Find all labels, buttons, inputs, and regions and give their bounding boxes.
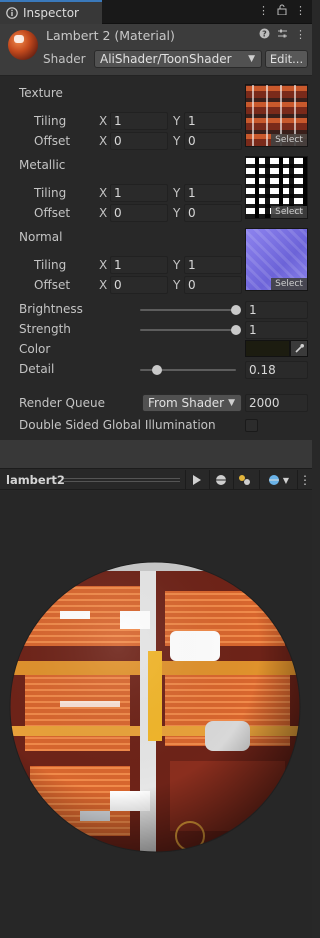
texture-tiling-x-label: X [99, 114, 108, 128]
metallic-tiling-x-label: X [99, 186, 108, 200]
info-icon [6, 7, 18, 19]
dsgi-label: Double Sided Global Illumination [19, 418, 216, 432]
metallic-tiling-x-field[interactable]: 1 [110, 184, 168, 202]
texture-tiling-label: Tiling [34, 114, 67, 128]
normal-tiling-y-field[interactable]: 1 [184, 256, 242, 274]
normal-offset-y-field[interactable]: 0 [184, 276, 242, 294]
detail-field[interactable]: 0.18 [245, 361, 308, 379]
texture-offset-x-field[interactable]: 0 [110, 132, 168, 150]
texture-offset-label: Offset [34, 134, 71, 148]
tab-bar: Inspector ⋮ ⋮ [0, 0, 312, 24]
render-queue-label: Render Queue [19, 396, 105, 410]
strength-slider-handle[interactable] [231, 325, 241, 335]
metallic-select-button[interactable]: Select [271, 206, 307, 218]
metallic-tiling-y-label: Y [173, 186, 181, 200]
help-icon[interactable]: ? [259, 28, 270, 42]
preview-toolbar: lambert2 ▼ ⋮ [0, 468, 312, 490]
metallic-offset-y-label: Y [173, 206, 181, 220]
metallic-label: Metallic [19, 158, 66, 172]
tab-label: Inspector [23, 6, 79, 20]
texture-tiling-y-label: Y [173, 114, 181, 128]
color-swatch[interactable] [245, 340, 290, 357]
metallic-tiling-y-field[interactable]: 1 [184, 184, 242, 202]
shader-dropdown[interactable]: AliShader/ToonShader ▼ [94, 50, 262, 68]
brightness-slider-track[interactable] [140, 309, 236, 311]
render-queue-field[interactable]: 2000 [245, 394, 308, 412]
svg-text:?: ? [262, 30, 267, 39]
color-label: Color [19, 342, 51, 356]
metallic-offset-x-field[interactable]: 0 [110, 204, 168, 222]
metallic-offset-y-field[interactable]: 0 [184, 204, 242, 222]
kebab-menu-icon[interactable]: ⋮ [258, 4, 269, 18]
shader-label: Shader [43, 52, 86, 66]
edit-shader-button[interactable]: Edit... [265, 50, 308, 68]
play-icon[interactable] [185, 470, 207, 490]
preset-settings-icon[interactable] [277, 28, 288, 42]
texture-thumbnail[interactable]: Select [245, 84, 308, 147]
strength-field[interactable]: 1 [245, 321, 308, 339]
detail-slider-handle[interactable] [152, 365, 163, 375]
dsgi-checkbox[interactable] [245, 419, 258, 432]
preview-title: lambert2 [6, 473, 65, 487]
more-options-icon[interactable]: ⋮ [295, 4, 306, 18]
texture-tiling-x-field[interactable]: 1 [110, 112, 168, 130]
normal-offset-label: Offset [34, 278, 71, 292]
normal-thumbnail[interactable]: Select [245, 228, 308, 291]
normal-tiling-y-label: Y [173, 258, 181, 272]
skybox-sphere-icon [268, 475, 279, 485]
tab-inspector[interactable]: Inspector [0, 0, 102, 24]
metallic-offset-x-label: X [99, 206, 108, 220]
preview-drag-handle[interactable] [64, 477, 180, 482]
normal-offset-x-label: X [99, 278, 108, 292]
material-header: Lambert 2 (Material) ? ⋮ Shader AliShade… [0, 24, 312, 76]
material-sphere-icon [8, 30, 38, 60]
render-queue-dropdown-value: From Shader [148, 396, 225, 410]
dropdown-arrow-icon: ▼ [228, 398, 235, 408]
shader-dropdown-value: AliShader/ToonShader [100, 52, 232, 66]
texture-offset-y-label: Y [173, 134, 181, 148]
render-queue-dropdown[interactable]: From Shader ▼ [142, 394, 242, 412]
strength-label: Strength [19, 322, 71, 336]
metallic-tiling-label: Tiling [34, 186, 67, 200]
material-preview[interactable] [0, 491, 312, 938]
brightness-label: Brightness [19, 302, 83, 316]
lighting-icon[interactable] [233, 470, 255, 490]
material-title: Lambert 2 (Material) [46, 28, 175, 43]
dropdown-arrow-icon: ▼ [248, 54, 255, 64]
eyedropper-icon[interactable] [290, 340, 308, 357]
texture-select-button[interactable]: Select [271, 134, 307, 146]
preview-menu-icon[interactable]: ⋮ [297, 470, 312, 490]
tab-tools: ⋮ ⋮ [258, 4, 306, 18]
brightness-slider-handle[interactable] [231, 305, 241, 315]
normal-offset-y-label: Y [173, 278, 181, 292]
normal-label: Normal [19, 230, 63, 244]
normal-offset-x-field[interactable]: 0 [110, 276, 168, 294]
brightness-field[interactable]: 1 [245, 301, 308, 319]
normal-tiling-label: Tiling [34, 258, 67, 272]
detail-label: Detail [19, 362, 55, 376]
normal-select-button[interactable]: Select [271, 278, 307, 290]
texture-label: Texture [19, 86, 63, 100]
texture-tiling-y-field[interactable]: 1 [184, 112, 242, 130]
texture-offset-y-field[interactable]: 0 [184, 132, 242, 150]
dropdown-arrow-icon: ▼ [282, 475, 290, 485]
background-dropdown[interactable]: ▼ [259, 470, 297, 490]
strength-slider-track[interactable] [140, 329, 236, 331]
texture-offset-x-label: X [99, 134, 108, 148]
normal-tiling-x-field[interactable]: 1 [110, 256, 168, 274]
preview-sphere [9, 561, 301, 853]
metallic-thumbnail[interactable]: Select [245, 156, 308, 219]
sphere-preview-icon[interactable] [209, 470, 231, 490]
context-menu-icon[interactable]: ⋮ [295, 28, 306, 42]
lock-icon[interactable] [277, 4, 287, 18]
header-tools: ? ⋮ [259, 28, 306, 42]
inspector-empty-area [0, 440, 312, 468]
metallic-offset-label: Offset [34, 206, 71, 220]
normal-tiling-x-label: X [99, 258, 108, 272]
